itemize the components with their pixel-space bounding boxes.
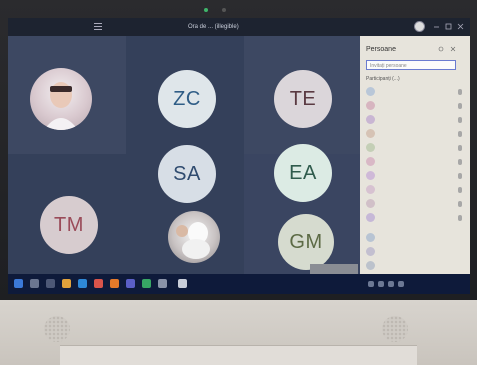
mic-icon [458, 187, 462, 193]
mic-icon [458, 103, 462, 109]
avatar-initials: ZC [158, 70, 216, 128]
initials-text: SA [173, 162, 201, 185]
participant-avatar [366, 247, 375, 256]
participant-avatar [366, 101, 375, 110]
teams-icon[interactable] [126, 279, 135, 288]
mic-icon [458, 215, 462, 221]
speaker-grille-left [44, 316, 70, 342]
webcam-light [204, 8, 208, 12]
participant-avatar [366, 233, 375, 242]
volume-icon[interactable] [388, 281, 394, 287]
participant-avatar [366, 129, 375, 138]
avatar-initials: GM [278, 214, 334, 270]
search-icon[interactable] [30, 279, 39, 288]
maximize-icon[interactable] [444, 22, 453, 31]
taskbar [8, 274, 470, 294]
tray-icon[interactable] [368, 281, 374, 287]
mic-icon [458, 173, 462, 179]
speaker-grille-right [382, 316, 408, 342]
app-icon[interactable] [142, 279, 151, 288]
edge-icon[interactable] [78, 279, 87, 288]
participant-avatar [366, 87, 375, 96]
app-icon[interactable] [110, 279, 119, 288]
participant-avatar [366, 115, 375, 124]
participant-avatar [366, 199, 375, 208]
mic-icon [458, 201, 462, 207]
app-icon[interactable] [178, 279, 187, 288]
network-icon[interactable] [378, 281, 384, 287]
keyboard [60, 345, 417, 365]
webcam-lens [222, 8, 226, 12]
participant-row[interactable] [366, 184, 464, 196]
mic-icon [458, 117, 462, 123]
invite-search-input[interactable]: Invitați persoane [366, 60, 456, 70]
video-tile[interactable] [8, 36, 126, 154]
window-title: Ora de ... (illegible) [188, 24, 239, 30]
avatar-initials: SA [158, 145, 216, 203]
participant-avatar [366, 157, 375, 166]
participant-avatar [366, 171, 375, 180]
panel-title: Persoane [366, 46, 396, 53]
task-view-icon[interactable] [46, 279, 55, 288]
participant-avatar [366, 143, 375, 152]
participant-row[interactable] [366, 232, 464, 244]
participant-photo [30, 68, 92, 130]
participant-row[interactable] [366, 142, 464, 154]
initials-text: ZC [173, 87, 201, 110]
screen: Ora de ... (illegible) ZC TE SA EA TM GM… [8, 18, 470, 294]
minimize-icon[interactable] [432, 22, 441, 31]
app-icon[interactable] [158, 279, 167, 288]
battery-icon[interactable] [398, 281, 404, 287]
video-tile[interactable]: TM [8, 176, 126, 274]
participant-row[interactable] [366, 198, 464, 210]
mic-icon [458, 89, 462, 95]
video-tile[interactable]: TE [244, 36, 360, 154]
initials-text: EA [289, 161, 317, 184]
avatar-initials: EA [274, 144, 332, 202]
participant-row[interactable] [366, 128, 464, 140]
participant-avatar [366, 261, 375, 270]
avatar-initials: TM [40, 196, 98, 254]
hamburger-menu-icon[interactable] [94, 23, 102, 30]
mic-icon [458, 145, 462, 151]
mic-icon [458, 131, 462, 137]
avatar-initials: TE [274, 70, 332, 128]
user-avatar[interactable] [414, 21, 425, 32]
participant-row[interactable] [366, 156, 464, 168]
initials-text: TM [54, 213, 84, 236]
participant-row[interactable] [366, 246, 464, 258]
video-grid: ZC TE SA EA TM GM [8, 36, 360, 292]
participant-row[interactable] [366, 100, 464, 112]
app-icon[interactable] [94, 279, 103, 288]
title-bar: Ora de ... (illegible) [8, 18, 470, 36]
participant-row[interactable] [366, 86, 464, 98]
file-explorer-icon[interactable] [62, 279, 71, 288]
close-panel-icon[interactable] [450, 46, 456, 54]
mic-icon [458, 159, 462, 165]
add-person-icon[interactable] [438, 46, 444, 54]
participant-row[interactable] [366, 170, 464, 182]
participant-row[interactable] [366, 260, 464, 272]
participant-row[interactable] [366, 114, 464, 126]
close-icon[interactable] [456, 22, 465, 31]
participants-section-label: Participanți (...) [366, 76, 400, 82]
windows-start-icon[interactable] [14, 279, 23, 288]
initials-text: TE [289, 87, 317, 110]
participant-photo [168, 211, 220, 263]
participant-row[interactable] [366, 212, 464, 224]
participants-panel: Persoane Invitați persoane Participanți … [360, 36, 470, 274]
participant-avatar [366, 213, 375, 222]
initials-text: GM [289, 230, 323, 253]
participant-avatar [366, 185, 375, 194]
video-tile[interactable]: ZC [126, 36, 244, 154]
